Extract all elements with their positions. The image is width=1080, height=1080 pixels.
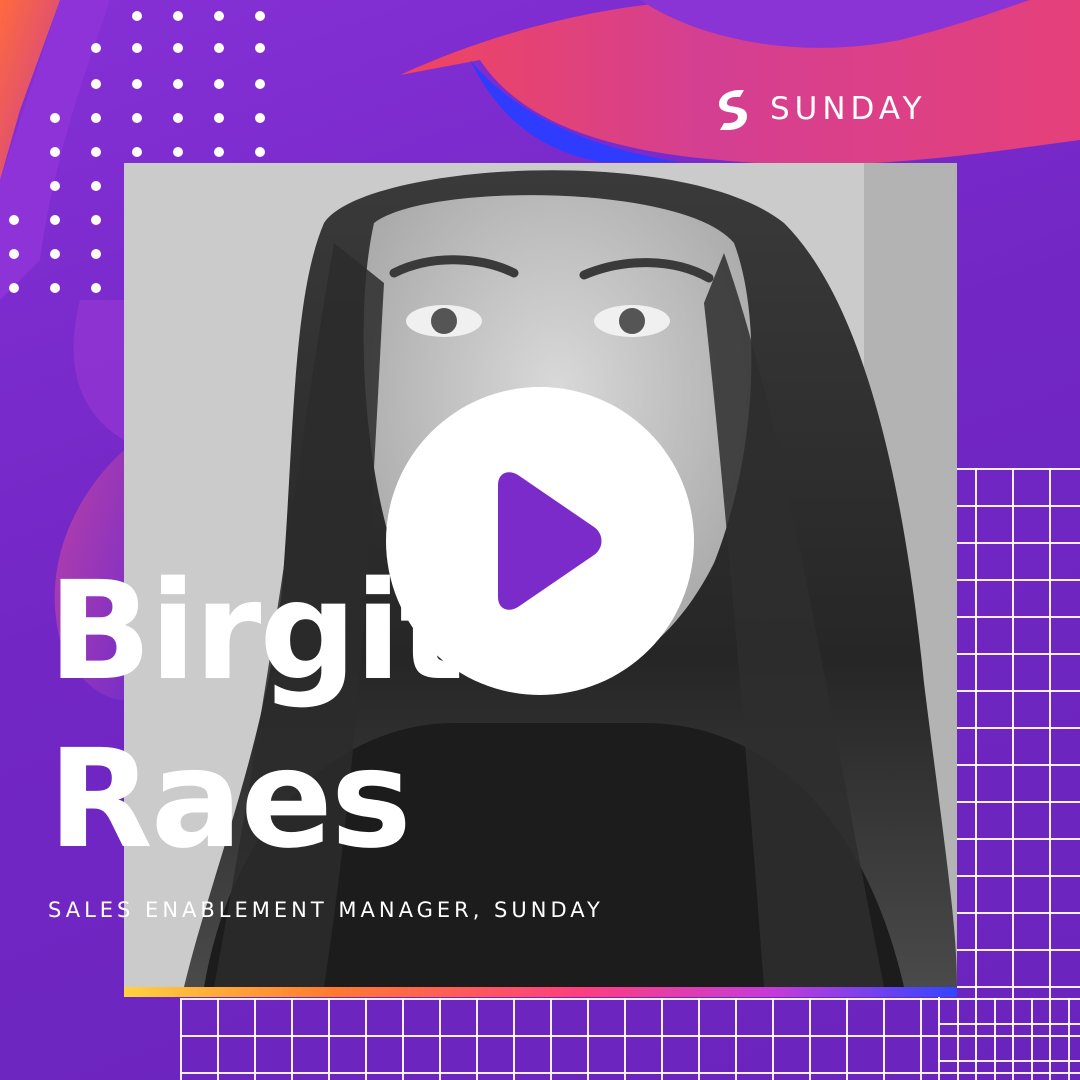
gradient-underline bbox=[124, 987, 957, 997]
last-name: Raes bbox=[48, 721, 412, 879]
play-button[interactable] bbox=[386, 387, 694, 695]
play-icon bbox=[498, 472, 602, 610]
line-grid-right bbox=[938, 468, 1080, 1080]
brand-logo: SUNDAY bbox=[714, 86, 927, 132]
promo-card: SUNDAY Birgit Raes SALES ENABLEMENT MANA… bbox=[0, 0, 1080, 1080]
line-grid-bottom bbox=[180, 998, 1080, 1080]
sunday-s-icon bbox=[719, 90, 747, 130]
brand-wordmark: SUNDAY bbox=[770, 91, 927, 127]
job-title: SALES ENABLEMENT MANAGER, SUNDAY bbox=[48, 898, 604, 922]
